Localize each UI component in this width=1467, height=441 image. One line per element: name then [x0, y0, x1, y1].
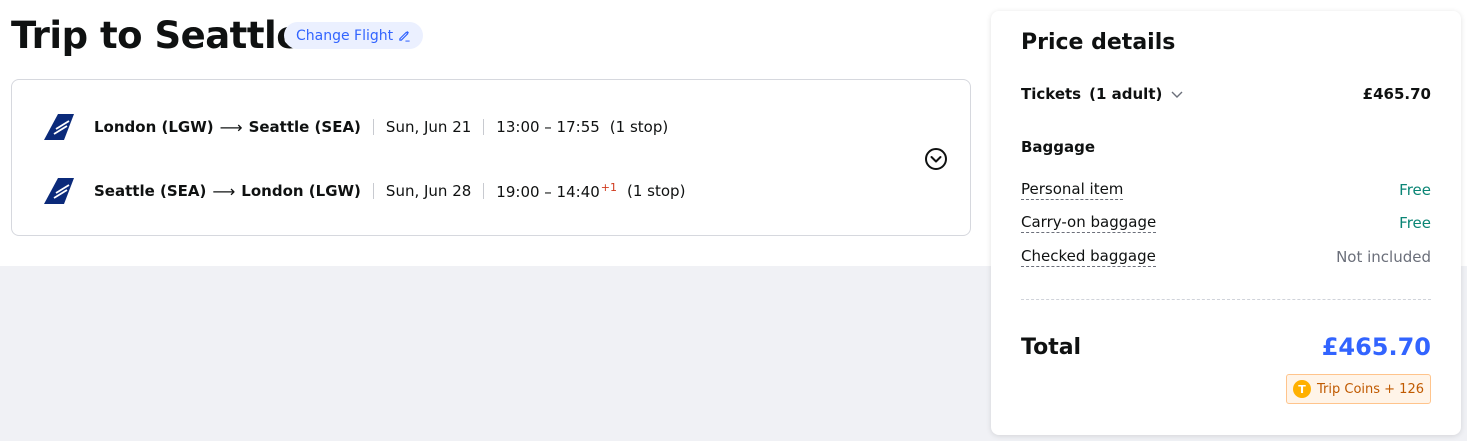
outbound-times: 13:00 – 17:55 [496, 118, 600, 136]
flight-summary-card[interactable]: London (LGW) ⟶ Seattle (SEA) Sun, Jun 21… [11, 79, 971, 236]
inbound-destination: London (LGW) [241, 182, 361, 200]
right-arrow-icon: ⟶ [212, 181, 236, 201]
outbound-origin: London (LGW) [94, 118, 214, 136]
baggage-value-carry-on: Free [1399, 214, 1431, 232]
baggage-row-carry-on: Carry-on baggage Free [1021, 213, 1431, 233]
trip-coins-label: Trip Coins + 126 [1317, 381, 1424, 397]
divider [372, 119, 374, 135]
outbound-stops: (1 stop) [609, 118, 669, 136]
total-price: £465.70 [1321, 333, 1431, 361]
outbound-date: Sun, Jun 21 [385, 118, 472, 136]
pencil-icon [399, 31, 410, 42]
trip-coin-icon: T [1293, 380, 1311, 398]
baggage-name-carry-on[interactable]: Carry-on baggage [1021, 213, 1157, 233]
total-row: Total £465.70 [1021, 333, 1431, 361]
divider [483, 119, 485, 135]
chevron-down-icon [1171, 91, 1183, 98]
outbound-destination: Seattle (SEA) [248, 118, 361, 136]
inbound-date: Sun, Jun 28 [385, 182, 472, 200]
inbound-times: 19:00 – 14:40+1 [496, 181, 617, 201]
divider [372, 183, 374, 199]
inbound-origin: Seattle (SEA) [94, 182, 207, 200]
tickets-pax: (1 adult) [1089, 85, 1163, 103]
baggage-name-personal-item[interactable]: Personal item [1021, 180, 1124, 200]
total-divider [1021, 299, 1431, 300]
chevron-down-circle-icon[interactable] [924, 147, 948, 171]
inbound-route: Seattle (SEA) ⟶ London (LGW) [94, 182, 361, 201]
baggage-value-checked: Not included [1336, 248, 1431, 266]
trip-coins-badge: T Trip Coins + 126 [1286, 374, 1431, 404]
outbound-route: London (LGW) ⟶ Seattle (SEA) [94, 118, 361, 137]
tickets-row: Tickets (1 adult) £465.70 [1021, 85, 1431, 103]
tickets-price: £465.70 [1362, 85, 1431, 103]
baggage-row-checked: Checked baggage Not included [1021, 247, 1431, 267]
inbound-times-value: 19:00 – 14:40 [496, 183, 600, 201]
baggage-value-personal-item: Free [1399, 181, 1431, 199]
price-details-title: Price details [1021, 30, 1176, 55]
baggage-row-personal-item: Personal item Free [1021, 180, 1431, 200]
divider [483, 183, 485, 199]
right-arrow-icon: ⟶ [219, 117, 243, 137]
airline-tail-logo-icon [44, 114, 74, 140]
change-flight-label: Change Flight [296, 27, 394, 44]
price-details-panel: Price details Tickets (1 adult) £465.70 … [991, 11, 1461, 435]
tickets-toggle[interactable]: Tickets (1 adult) [1021, 85, 1184, 103]
inbound-flight-leg: Seattle (SEA) ⟶ London (LGW) Sun, Jun 28… [42, 176, 685, 206]
total-label: Total [1021, 334, 1082, 360]
tickets-label: Tickets [1021, 85, 1082, 103]
page-title: Trip to Seattle [11, 14, 301, 57]
airline-tail-logo-icon [44, 178, 74, 204]
next-day-indicator: +1 [600, 181, 618, 194]
baggage-name-checked[interactable]: Checked baggage [1021, 247, 1156, 267]
change-flight-button[interactable]: Change Flight [284, 22, 424, 49]
inbound-stops: (1 stop) [627, 182, 686, 200]
outbound-flight-leg: London (LGW) ⟶ Seattle (SEA) Sun, Jun 21… [42, 112, 668, 142]
baggage-heading: Baggage [1021, 138, 1096, 156]
